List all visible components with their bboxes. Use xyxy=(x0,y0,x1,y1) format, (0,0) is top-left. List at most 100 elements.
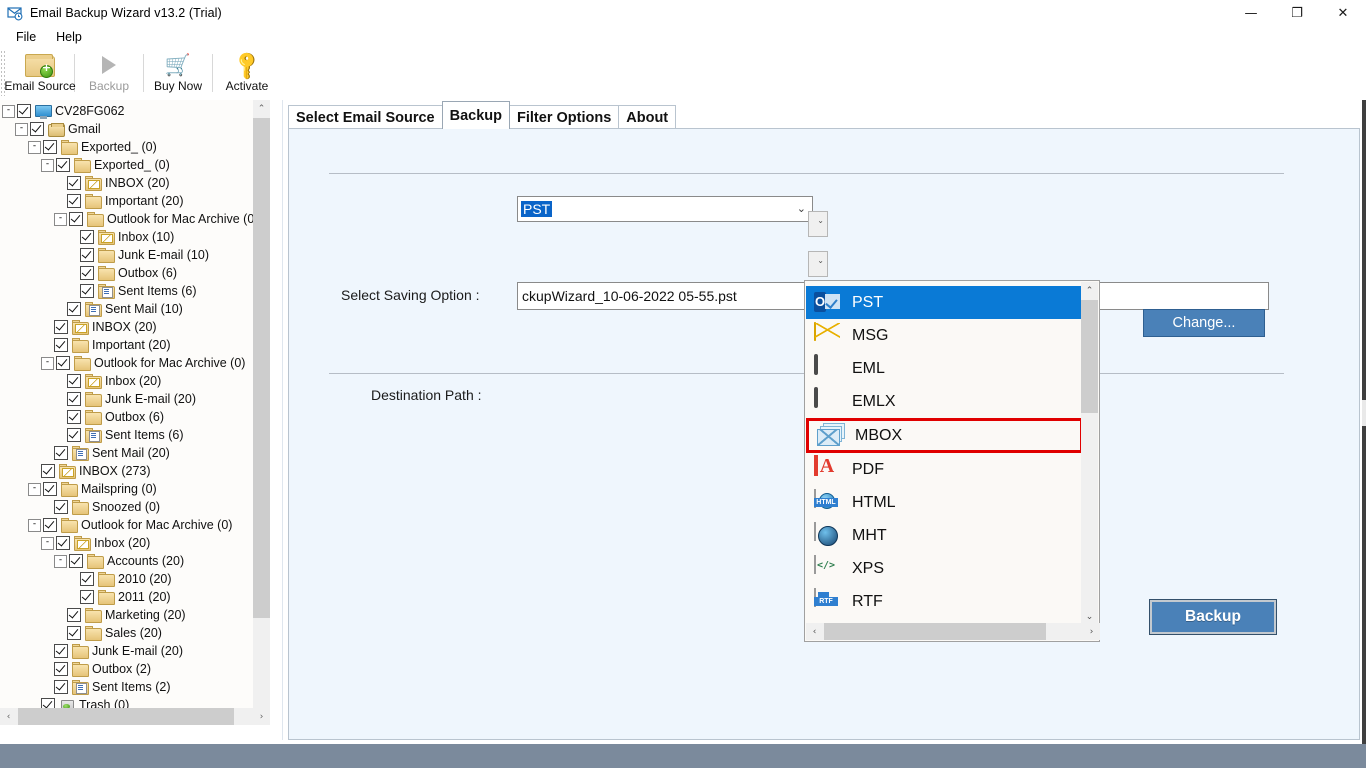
tree-node-checkbox[interactable] xyxy=(56,158,70,172)
tree-node-checkbox[interactable] xyxy=(67,302,81,316)
tree-node[interactable]: INBOX (273) xyxy=(0,462,268,480)
tree-node-checkbox[interactable] xyxy=(67,410,81,424)
tree-node[interactable]: - CV28FG062 xyxy=(0,102,268,120)
tree-node[interactable]: Junk E-mail (10) xyxy=(0,246,268,264)
tree-node-checkbox[interactable] xyxy=(43,482,57,496)
tree-node-checkbox[interactable] xyxy=(67,374,81,388)
tree-node-checkbox[interactable] xyxy=(67,428,81,442)
tree-vscroll-thumb[interactable] xyxy=(253,118,270,618)
tree-node[interactable]: - Inbox (20) xyxy=(0,534,268,552)
panel-splitter[interactable] xyxy=(282,100,283,740)
tree-node[interactable]: - Outlook for Mac Archive (0) xyxy=(0,354,268,372)
tree-node-checkbox[interactable] xyxy=(67,194,81,208)
tree-vertical-scrollbar[interactable]: ⌃ ⌄ xyxy=(253,100,270,725)
tree-node-checkbox[interactable] xyxy=(69,212,83,226)
tree-node-checkbox[interactable] xyxy=(41,464,55,478)
tree-expander-icon[interactable]: - xyxy=(54,554,67,568)
tree-node[interactable]: 2010 (20) xyxy=(0,570,268,588)
tree-node-checkbox[interactable] xyxy=(54,446,68,460)
tree-node[interactable]: Sent Items (6) xyxy=(0,282,268,300)
tree-node-checkbox[interactable] xyxy=(67,626,81,640)
tree-node-checkbox[interactable] xyxy=(67,176,81,190)
tree-node-checkbox[interactable] xyxy=(80,266,94,280)
window-edge-scroll-thumb[interactable] xyxy=(1362,400,1366,426)
tree-node[interactable]: Sent Items (2) xyxy=(0,678,268,696)
dropdown-option-pdf[interactable]: PDF xyxy=(806,453,1083,486)
tree-scroll-right-button[interactable]: › xyxy=(253,708,270,725)
tree-expander-icon[interactable]: - xyxy=(15,122,28,136)
tree-expander-icon[interactable]: - xyxy=(28,482,41,496)
saving-option-combobox[interactable]: PST ⌄ xyxy=(517,196,813,222)
tree-node-checkbox[interactable] xyxy=(80,590,94,604)
tree-node[interactable]: - Exported_ (0) xyxy=(0,138,268,156)
tree-node[interactable]: 2011 (20) xyxy=(0,588,268,606)
tree-node-checkbox[interactable] xyxy=(54,644,68,658)
tree-node-checkbox[interactable] xyxy=(56,536,70,550)
tree-node-checkbox[interactable] xyxy=(56,356,70,370)
tree-expander-icon[interactable]: - xyxy=(54,212,67,226)
tree-node-checkbox[interactable] xyxy=(67,608,81,622)
tree-expander-icon[interactable]: - xyxy=(2,104,15,118)
tree-expander-icon[interactable]: - xyxy=(28,518,41,532)
change-destination-button[interactable]: Change... xyxy=(1143,309,1265,337)
tab-about[interactable]: About xyxy=(618,105,677,129)
tree-node-checkbox[interactable] xyxy=(30,122,44,136)
tree-node[interactable]: Junk E-mail (20) xyxy=(0,390,268,408)
dropdown-vscroll-thumb[interactable] xyxy=(1081,300,1098,413)
close-button[interactable]: ✕ xyxy=(1320,0,1366,26)
tree-node-checkbox[interactable] xyxy=(54,338,68,352)
mail-folder-tree[interactable]: - CV28FG062 - Gmail - Exported_ (0) - Exported_… xyxy=(0,102,268,725)
dropdown-option-mbox[interactable]: MBOX xyxy=(806,418,1083,453)
dropdown-option-eml[interactable]: EML xyxy=(806,352,1083,385)
dropdown-scroll-up-button[interactable]: ⌃ xyxy=(1081,282,1098,299)
tree-expander-icon[interactable]: - xyxy=(41,536,54,550)
tree-node[interactable]: Sent Mail (10) xyxy=(0,300,268,318)
toolbar-activate-button[interactable]: 🔑 Activate xyxy=(213,47,281,102)
tree-node-checkbox[interactable] xyxy=(67,392,81,406)
saving-option-dropdown-list[interactable]: OPSTMSGEMLEMLXMBOXPDFHTMLHTMLMHTXPSRTFRT… xyxy=(804,280,1100,642)
tree-node-checkbox[interactable] xyxy=(80,572,94,586)
dropdown-vertical-scrollbar[interactable]: ⌃ ⌄ xyxy=(1081,282,1098,625)
dropdown-horizontal-scrollbar[interactable]: ‹ › xyxy=(806,623,1100,640)
tree-node-checkbox[interactable] xyxy=(43,140,57,154)
tree-node-checkbox[interactable] xyxy=(80,284,94,298)
menu-file[interactable]: File xyxy=(6,28,46,46)
tree-node[interactable]: Important (20) xyxy=(0,336,268,354)
tree-node[interactable]: INBOX (20) xyxy=(0,174,268,192)
dropdown-option-msg[interactable]: MSG xyxy=(806,319,1083,352)
dropdown-scroll-left-button[interactable]: ‹ xyxy=(806,623,823,640)
tree-node-checkbox[interactable] xyxy=(80,230,94,244)
toolbar-buy-now-button[interactable]: 🛒 Buy Now xyxy=(144,48,212,102)
tree-expander-icon[interactable]: - xyxy=(41,356,54,370)
toolbar-backup-button[interactable]: Backup xyxy=(75,48,143,102)
tree-node-checkbox[interactable] xyxy=(69,554,83,568)
tree-node[interactable]: Outbox (6) xyxy=(0,264,268,282)
dropdown-option-mht[interactable]: MHT xyxy=(806,519,1083,552)
tree-node[interactable]: Sent Mail (20) xyxy=(0,444,268,462)
tab-select-email-source[interactable]: Select Email Source xyxy=(288,105,443,129)
tree-node-checkbox[interactable] xyxy=(54,680,68,694)
tree-node[interactable]: Sales (20) xyxy=(0,624,268,642)
tree-node[interactable]: Outbox (2) xyxy=(0,660,268,678)
tree-scroll-up-button[interactable]: ⌃ xyxy=(253,100,270,117)
dropdown-option-pst[interactable]: O PST xyxy=(806,286,1083,319)
tree-node[interactable]: Outbox (6) xyxy=(0,408,268,426)
tree-node[interactable]: Important (20) xyxy=(0,192,268,210)
tree-node-checkbox[interactable] xyxy=(43,518,57,532)
tree-node[interactable]: - Outlook for Mac Archive (0) xyxy=(0,210,268,228)
tree-node[interactable]: Snoozed (0) xyxy=(0,498,268,516)
tree-node[interactable]: - Outlook for Mac Archive (0) xyxy=(0,516,268,534)
tree-node[interactable]: - Mailspring (0) xyxy=(0,480,268,498)
tree-hscroll-thumb[interactable] xyxy=(18,708,234,725)
hidden-combobox-one[interactable]: ⌄ xyxy=(808,211,828,237)
dropdown-scroll-right-button[interactable]: › xyxy=(1083,623,1100,640)
tree-node-checkbox[interactable] xyxy=(80,248,94,262)
saving-option-items[interactable]: OPSTMSGEMLEMLXMBOXPDFHTMLHTMLMHTXPSRTFRT… xyxy=(806,286,1083,611)
tree-node-checkbox[interactable] xyxy=(17,104,31,118)
tab-backup[interactable]: Backup xyxy=(441,101,511,129)
tree-node[interactable]: Marketing (20) xyxy=(0,606,268,624)
tree-expander-icon[interactable]: - xyxy=(28,140,41,154)
tree-node[interactable]: Inbox (20) xyxy=(0,372,268,390)
tab-filter-options[interactable]: Filter Options xyxy=(509,105,620,129)
tree-node[interactable]: Inbox (10) xyxy=(0,228,268,246)
